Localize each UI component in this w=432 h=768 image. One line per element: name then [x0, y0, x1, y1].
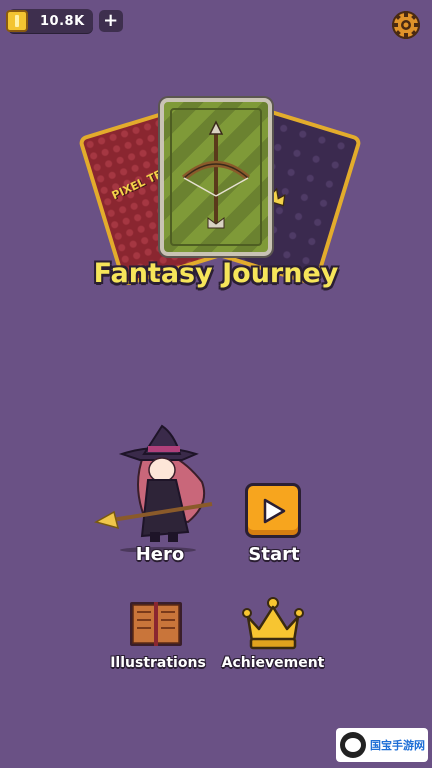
start-button[interactable] [245, 483, 301, 538]
book-icon[interactable] [128, 598, 184, 650]
add-coins-button[interactable]: + [98, 10, 123, 32]
crossbow-icon [182, 120, 250, 229]
currency-bar: 10.8K + [6, 8, 123, 34]
card-fan: PIXEL TF [0, 90, 432, 287]
hero-label[interactable]: Hero [118, 544, 202, 565]
panda-logo-icon [340, 732, 366, 758]
coin-value: 10.8K [40, 13, 85, 29]
crown-icon[interactable] [242, 597, 304, 651]
gear-icon[interactable] [390, 9, 422, 41]
watermark-text: 国宝手游网 [370, 739, 425, 752]
coin-icon [6, 10, 28, 32]
start-label[interactable]: Start [236, 544, 312, 565]
illustrations-label[interactable]: Illustrations [104, 655, 212, 671]
play-icon [263, 498, 286, 524]
coin-counter: 10.8K [6, 9, 93, 33]
watermark: 国宝手游网 [336, 728, 428, 762]
achievement-label[interactable]: Achievement [218, 655, 328, 671]
game-title: Fantasy Journey [93, 258, 339, 289]
witch-hero-figure[interactable] [92, 424, 222, 552]
card-left-logo: PIXEL TF [109, 167, 165, 203]
card-center [160, 98, 272, 256]
